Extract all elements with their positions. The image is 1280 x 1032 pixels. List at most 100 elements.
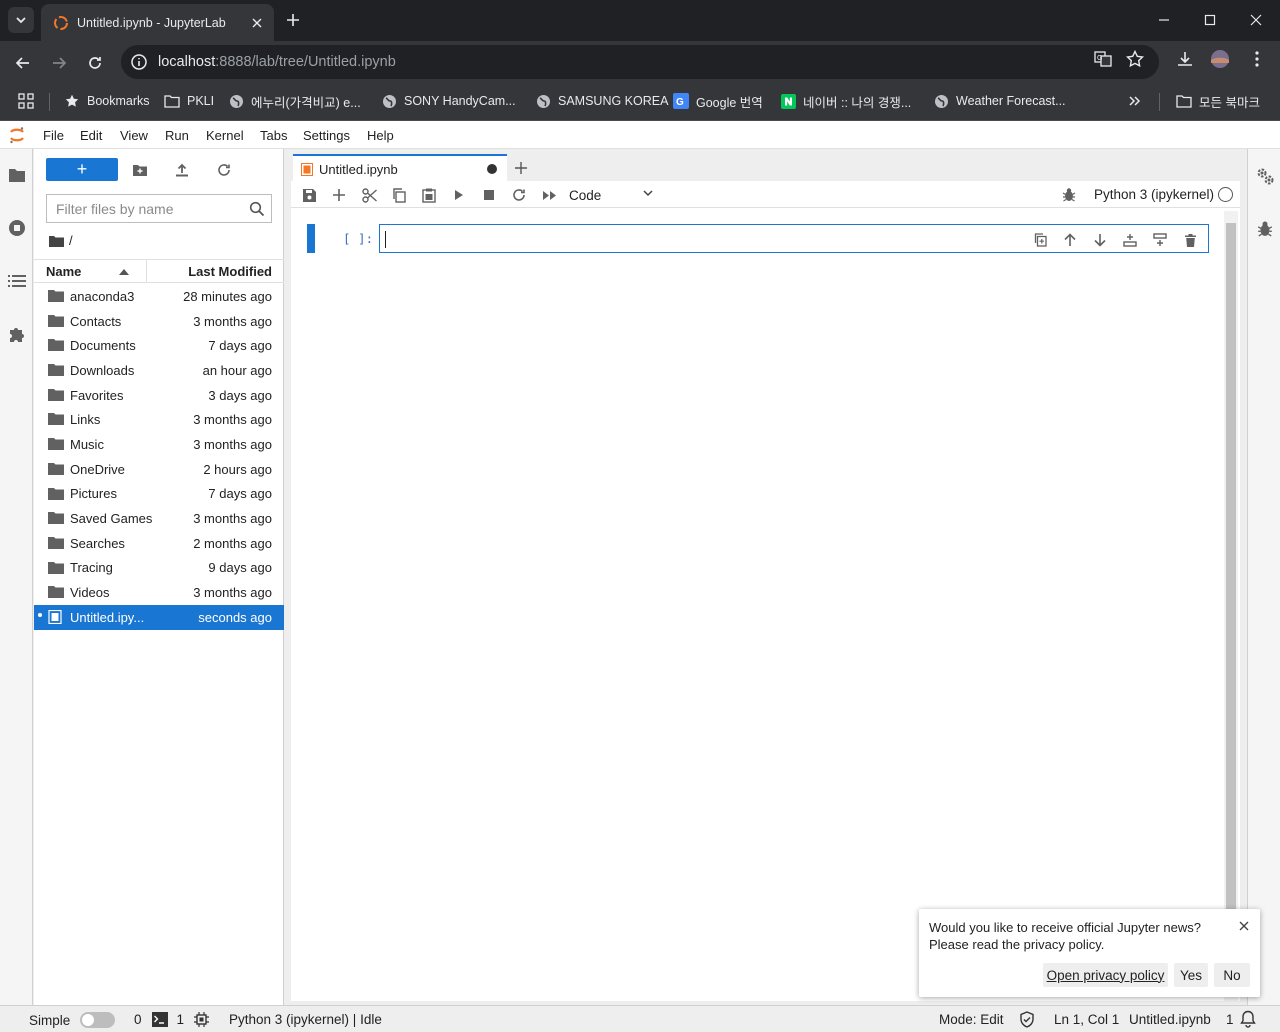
move-cell-down-button[interactable] xyxy=(1090,230,1110,250)
close-window-button[interactable] xyxy=(1243,8,1269,32)
bookmark-star-button[interactable] xyxy=(1125,49,1145,69)
yes-button[interactable]: Yes xyxy=(1174,963,1208,987)
debugger-tab[interactable] xyxy=(1252,215,1278,241)
file-row-notebook[interactable]: Untitled.ipy... seconds ago xyxy=(34,604,284,630)
bookmark-item[interactable]: Weather Forecast... xyxy=(933,91,1066,111)
open-privacy-policy-button[interactable]: Open privacy policy xyxy=(1043,963,1168,987)
file-row-folder[interactable]: Music 3 months ago xyxy=(34,432,284,457)
column-header-modified[interactable]: Last Modified xyxy=(147,260,284,282)
menu-run[interactable]: Run xyxy=(165,128,189,143)
site-info-icon[interactable] xyxy=(130,53,148,71)
menu-edit[interactable]: Edit xyxy=(80,128,102,143)
restart-kernel-button[interactable] xyxy=(508,185,530,205)
file-filter-field[interactable] xyxy=(46,194,272,223)
maximize-button[interactable] xyxy=(1197,8,1223,32)
menu-tabs[interactable]: Tabs xyxy=(260,128,287,143)
running-sessions-tab[interactable] xyxy=(4,215,30,241)
insert-cell-above-button[interactable] xyxy=(1120,230,1140,250)
cell-editor[interactable] xyxy=(379,224,1209,253)
save-button[interactable] xyxy=(298,185,320,205)
close-tab-button[interactable] xyxy=(248,14,266,32)
table-of-contents-tab[interactable] xyxy=(4,268,30,294)
menu-help[interactable]: Help xyxy=(367,128,394,143)
upload-button[interactable] xyxy=(172,160,192,180)
duplicate-cell-button[interactable] xyxy=(1030,230,1050,250)
notification-close-button[interactable] xyxy=(1236,918,1252,934)
reload-button[interactable] xyxy=(82,50,108,76)
menu-view[interactable]: View xyxy=(120,128,148,143)
scrollbar-thumb[interactable] xyxy=(1226,223,1236,983)
file-row-folder[interactable]: Tracing 9 days ago xyxy=(34,556,284,581)
bookmark-item[interactable]: G Google 번역 xyxy=(673,91,763,111)
file-row-folder[interactable]: Videos 3 months ago xyxy=(34,580,284,605)
property-inspector-tab[interactable] xyxy=(1252,163,1278,189)
cell-type-select[interactable]: Code xyxy=(569,184,653,206)
kernel-status-text[interactable]: Python 3 (ipykernel) | Idle xyxy=(229,1012,382,1027)
file-row-folder[interactable]: Documents 7 days ago xyxy=(34,333,284,358)
notifications-indicator[interactable]: 1 xyxy=(1226,1010,1256,1028)
back-button[interactable] xyxy=(10,50,36,76)
file-row-folder[interactable]: Contacts 3 months ago xyxy=(34,309,284,334)
notebook-scrollbar[interactable] xyxy=(1224,211,1238,1001)
file-row-folder[interactable]: OneDrive 2 hours ago xyxy=(34,457,284,482)
no-button[interactable]: No xyxy=(1214,963,1250,987)
bookmark-item[interactable]: PKLI xyxy=(164,91,214,111)
notebook-tab[interactable]: Untitled.ipynb xyxy=(293,154,507,182)
folder-icon[interactable] xyxy=(49,235,64,247)
translate-button[interactable]: G xyxy=(1093,49,1113,69)
copy-cell-button[interactable] xyxy=(388,185,410,205)
more-bookmarks-button[interactable] xyxy=(1128,91,1142,111)
kernel-name-button[interactable]: Python 3 (ipykernel) xyxy=(1094,187,1214,202)
delete-cell-button[interactable] xyxy=(1180,230,1200,250)
file-browser-tab[interactable] xyxy=(4,162,30,188)
menu-file[interactable]: File xyxy=(43,128,64,143)
bug-icon[interactable] xyxy=(1062,187,1076,202)
file-row-folder[interactable]: Favorites 3 days ago xyxy=(34,383,284,408)
menu-settings[interactable]: Settings xyxy=(303,128,350,143)
insert-cell-below-button[interactable] xyxy=(1150,230,1170,250)
file-row-folder[interactable]: Searches 2 months ago xyxy=(34,531,284,556)
browser-menu-button[interactable] xyxy=(1247,49,1267,69)
profile-avatar[interactable] xyxy=(1210,49,1230,69)
browser-tab-active[interactable]: Untitled.ipynb - JupyterLab xyxy=(41,4,274,41)
terminals-indicator[interactable]: 0 1 xyxy=(134,1012,210,1027)
simple-mode-toggle[interactable] xyxy=(80,1012,116,1028)
address-bar[interactable]: localhost:8888/lab/tree/Untitled.ipynb xyxy=(121,45,1159,79)
file-filter-input[interactable] xyxy=(56,200,246,217)
new-launcher-button[interactable]: + xyxy=(46,158,118,181)
cut-cell-button[interactable] xyxy=(358,185,380,205)
menu-kernel[interactable]: Kernel xyxy=(206,128,244,143)
file-row-folder[interactable]: anaconda3 28 minutes ago xyxy=(34,284,284,309)
cell-collapser[interactable] xyxy=(307,224,315,253)
trust-indicator[interactable] xyxy=(1019,1011,1035,1028)
minimize-button[interactable] xyxy=(1151,8,1177,32)
bookmark-item[interactable]: Bookmarks xyxy=(64,91,150,111)
forward-button[interactable] xyxy=(46,50,72,76)
breadcrumb-root[interactable]: / xyxy=(69,233,73,248)
new-tab-button[interactable] xyxy=(509,156,533,180)
file-row-folder[interactable]: Saved Games 3 months ago xyxy=(34,506,284,531)
column-header-name[interactable]: Name xyxy=(34,260,147,282)
apps-button[interactable] xyxy=(18,91,34,111)
extension-manager-tab[interactable] xyxy=(4,321,30,347)
refresh-button[interactable] xyxy=(214,160,234,180)
bookmark-item[interactable]: 에누리(가격비교) e... xyxy=(228,91,361,111)
file-row-folder[interactable]: Pictures 7 days ago xyxy=(34,482,284,507)
run-cell-button[interactable] xyxy=(448,185,470,205)
bookmark-item[interactable]: SONY HandyCam... xyxy=(381,91,516,111)
interrupt-kernel-button[interactable] xyxy=(478,185,500,205)
unsaved-indicator-icon[interactable] xyxy=(487,164,497,174)
bookmark-item[interactable]: SAMSUNG KOREA xyxy=(535,91,668,111)
file-row-folder[interactable]: Links 3 months ago xyxy=(34,407,284,432)
cursor-position[interactable]: Ln 1, Col 1 xyxy=(1054,1012,1119,1027)
move-cell-up-button[interactable] xyxy=(1060,230,1080,250)
file-row-folder[interactable]: Downloads an hour ago xyxy=(34,358,284,383)
all-bookmarks-button[interactable]: 모든 북마크 xyxy=(1176,91,1260,111)
downloads-button[interactable] xyxy=(1175,49,1195,69)
simple-mode-switch[interactable]: Simple xyxy=(29,1012,116,1028)
bookmark-item[interactable]: 네이버 :: 나의 경쟁... xyxy=(780,91,911,111)
tab-search-button[interactable] xyxy=(8,7,34,33)
code-cell[interactable]: [ ]: xyxy=(307,224,1209,253)
new-tab-button[interactable] xyxy=(283,10,303,30)
insert-cell-button[interactable] xyxy=(328,185,350,205)
